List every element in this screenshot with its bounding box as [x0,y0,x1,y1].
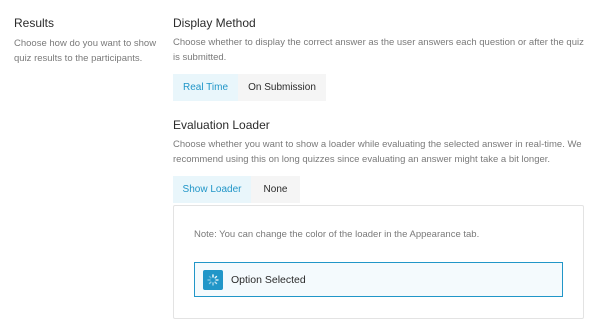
display-method-setting: Display Method Choose whether to display… [173,16,585,101]
results-section: Results Choose how do you want to show q… [14,16,164,66]
evaluation-loader-description: Choose whether you want to show a loader… [173,139,582,165]
results-description: Choose how do you want to show quiz resu… [14,38,157,64]
none-button[interactable]: None [251,176,300,203]
option-selected-preview: Option Selected [194,262,563,297]
evaluation-loader-toggle: Show Loader None [173,176,585,203]
loader-color-note: Note: You can change the color of the lo… [194,229,480,240]
evaluation-loader-setting: Evaluation Loader Choose whether you wan… [173,118,585,203]
results-title: Results [14,16,55,30]
show-loader-button[interactable]: Show Loader [173,176,251,203]
option-selected-label: Option Selected [231,273,306,286]
display-method-title: Display Method [173,16,256,30]
display-method-description: Choose whether to display the correct an… [173,37,584,63]
on-submission-button[interactable]: On Submission [238,74,326,101]
loader-preview-panel: Note: You can change the color of the lo… [173,205,584,319]
real-time-button[interactable]: Real Time [173,74,238,101]
spinner-icon [203,269,223,290]
evaluation-loader-title: Evaluation Loader [173,118,270,132]
display-method-toggle: Real Time On Submission [173,74,585,101]
